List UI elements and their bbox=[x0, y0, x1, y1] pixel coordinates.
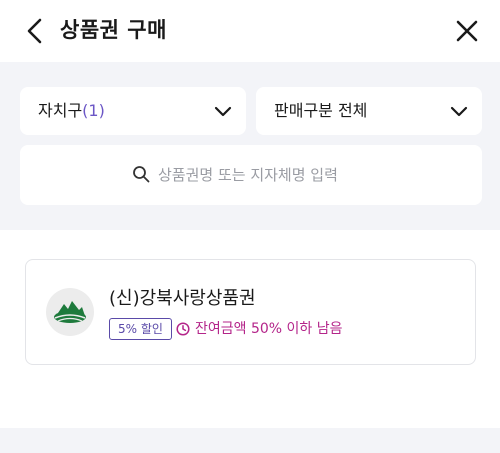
sale-type-select[interactable]: 판매구분 전체 bbox=[256, 87, 482, 135]
search-input[interactable] bbox=[158, 163, 458, 187]
filter-panel: 자치구(1) 판매구분 전체 bbox=[0, 62, 500, 230]
close-icon bbox=[456, 20, 478, 42]
app-header: 상품권 구매 bbox=[0, 0, 500, 62]
search-box[interactable] bbox=[20, 145, 482, 205]
back-button[interactable] bbox=[22, 16, 50, 46]
mountain-logo-icon bbox=[54, 301, 86, 323]
clock-icon bbox=[176, 322, 190, 336]
voucher-list: (신)강북사랑상품권 5% 할인 잔여금액 50% 이하 남음 bbox=[0, 230, 500, 428]
chevron-down-icon bbox=[450, 106, 468, 117]
remaining-status-text: 잔여금액 50% 이하 남음 bbox=[195, 321, 343, 337]
voucher-logo bbox=[46, 288, 94, 336]
voucher-name: (신)강북사랑상품권 bbox=[109, 288, 256, 309]
discount-badge: 5% 할인 bbox=[109, 318, 172, 340]
sale-type-select-label: 판매구분 전체 bbox=[274, 101, 368, 120]
voucher-card[interactable]: (신)강북사랑상품권 5% 할인 잔여금액 50% 이하 남음 bbox=[25, 259, 476, 365]
remaining-status: 잔여금액 50% 이하 남음 bbox=[176, 318, 343, 340]
chevron-down-icon bbox=[214, 106, 232, 117]
chevron-left-icon bbox=[27, 18, 42, 44]
bottom-divider bbox=[0, 428, 500, 453]
district-select-label: 자치구(1) bbox=[38, 99, 105, 123]
close-button[interactable] bbox=[452, 16, 482, 46]
district-count: (1) bbox=[82, 101, 105, 120]
district-select[interactable]: 자치구(1) bbox=[20, 87, 246, 135]
district-label-text: 자치구 bbox=[38, 101, 83, 120]
search-icon bbox=[133, 166, 150, 183]
page-title: 상품권 구매 bbox=[60, 18, 167, 42]
